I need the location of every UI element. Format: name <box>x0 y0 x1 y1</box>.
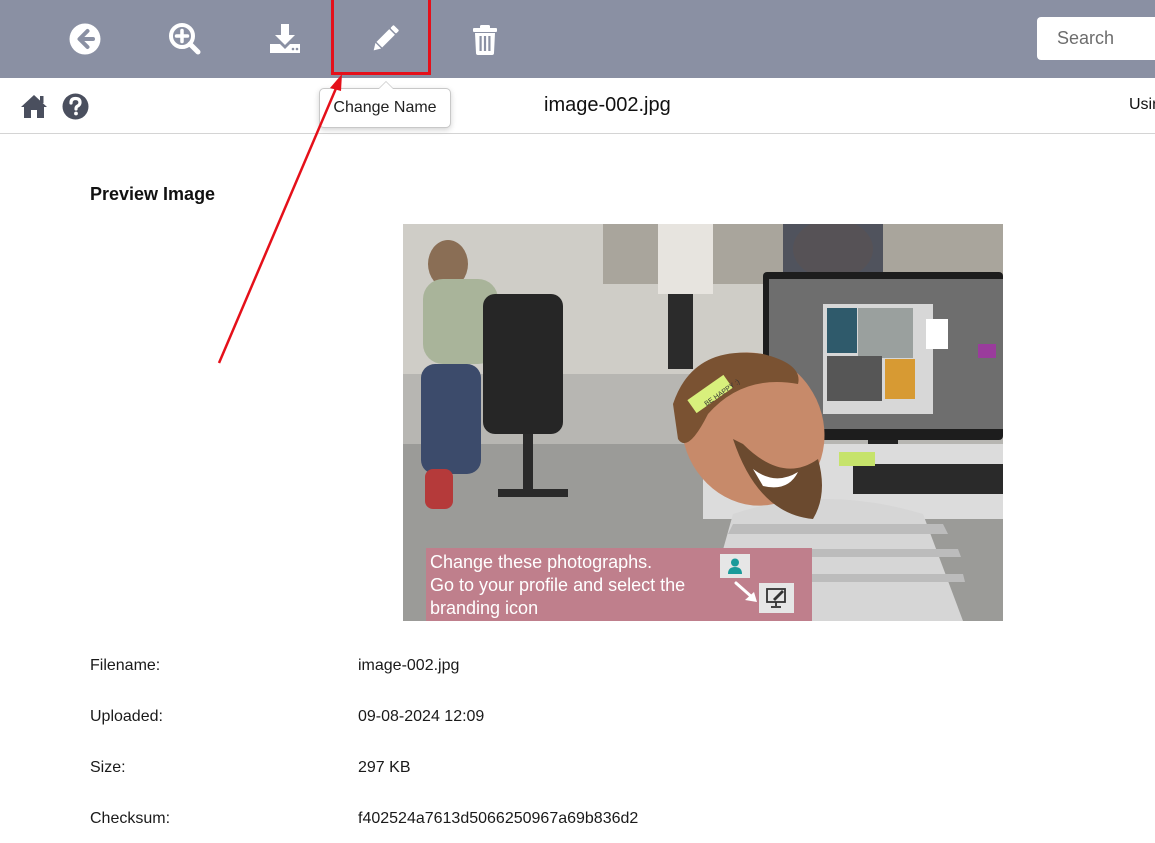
change-name-button[interactable] <box>367 19 403 59</box>
branding-icon <box>759 583 794 613</box>
zoom-button[interactable] <box>167 19 203 59</box>
detail-label: Filename: <box>90 657 161 674</box>
detail-row-checksum: Checksum: f402524a7613d5066250967a69b836… <box>90 808 790 830</box>
branding-banner: Change these photographs. Go to your pro… <box>426 548 812 621</box>
page-title: image-002.jpg <box>544 94 671 116</box>
home-button[interactable] <box>20 92 48 120</box>
detail-row-uploaded: Uploaded: 09-08-2024 12:09 <box>90 706 790 728</box>
banner-line-1: Change these photographs. <box>430 552 653 572</box>
help-circle-icon <box>62 93 88 119</box>
toolbar <box>0 0 1155 78</box>
search-input[interactable] <box>1037 17 1155 60</box>
pencil-icon <box>373 25 399 51</box>
detail-row-size: Size: 297 KB <box>90 757 790 779</box>
detail-label: Size: <box>90 759 126 776</box>
user-profile-icon <box>720 554 750 578</box>
back-button[interactable] <box>67 19 103 59</box>
detail-value: 297 KB <box>358 759 411 776</box>
download-button[interactable] <box>267 19 303 59</box>
detail-row-filename: Filename: image-002.jpg <box>90 655 790 677</box>
section-title: Preview Image <box>90 184 216 204</box>
help-button[interactable] <box>61 92 89 120</box>
download-icon <box>270 24 300 53</box>
zoom-in-icon <box>169 23 201 55</box>
detail-value: f402524a7613d5066250967a69b836d2 <box>358 810 639 827</box>
detail-value: 09-08-2024 12:09 <box>358 708 485 725</box>
arrow-left-circle-icon <box>69 23 101 55</box>
subbar: image-002.jpg Usir <box>0 78 1155 134</box>
trash-icon <box>473 25 497 55</box>
detail-value: image-002.jpg <box>358 657 460 674</box>
detail-label: Checksum: <box>90 810 171 827</box>
home-icon <box>21 95 47 118</box>
user-menu[interactable]: Usir <box>1129 94 1155 116</box>
preview-image[interactable]: BE HAPPY :) Change these photographs. Go… <box>403 224 1003 621</box>
arrow-down-right-icon <box>734 581 757 602</box>
delete-button[interactable] <box>467 19 503 59</box>
detail-label: Uploaded: <box>90 708 163 725</box>
change-name-tooltip: Change Name <box>319 81 451 128</box>
